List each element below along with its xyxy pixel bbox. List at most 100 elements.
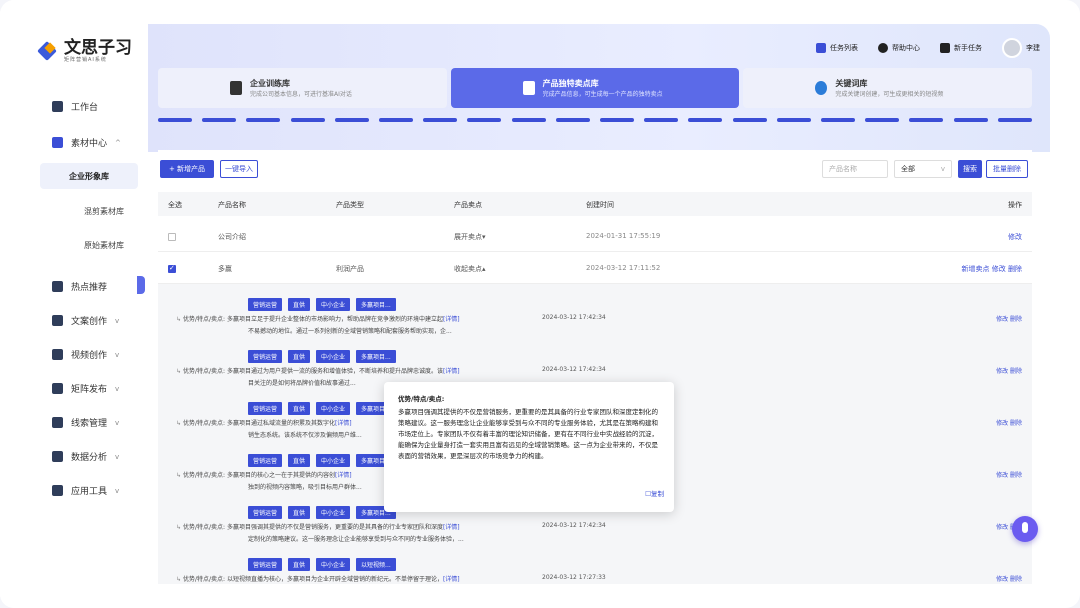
table-header: 全选 产品名称 产品类型 产品卖点 创建时间 操作 (158, 192, 1032, 216)
col-ops: 操作 (1008, 201, 1022, 209)
popover-text: 多赢项目强调其提供的不仅是营销服务，更重要的是其具备的行业专家团队和深度定制化的… (398, 408, 658, 460)
dashboard-icon (52, 101, 63, 112)
reply-arrow-icon: ↳ (176, 576, 183, 583)
detail-link[interactable]: [详情] (335, 420, 352, 427)
selling-point-item: 营销运营 直供 中小企业 多赢项目... ↳ 优势/特点/卖点: 多赢项目立足于提升企业… (158, 298, 1032, 350)
tag: 中小企业 (316, 298, 351, 311)
selling-point-popover: 优势/特点/卖点: 多赢项目强调其提供的不仅是营销服务，更重要的是其具备的行业专… (384, 382, 674, 512)
bulb-icon (52, 315, 63, 326)
reply-arrow-icon: ↳ (176, 316, 183, 323)
selling-point-prefix: 优势/特点/卖点: (182, 576, 226, 583)
tag: 中小企业 (316, 506, 351, 519)
product-name-input[interactable]: 产品名称 (822, 160, 888, 178)
question-icon (878, 43, 888, 53)
help-center-button[interactable]: 帮助中心 (878, 43, 920, 53)
selling-point-text-cont: 销生态系统。该系统不仅涉及偏频用户维... (248, 432, 362, 439)
chevron-down-icon: v (115, 350, 120, 359)
tag: 直供 (288, 506, 311, 519)
sidebar-subitem-brand-library[interactable]: 企业形象库 (40, 163, 138, 189)
chevron-down-icon: v (115, 316, 120, 325)
tag: 中小企业 (316, 454, 351, 467)
selling-point-actions[interactable]: 修改 删除 (996, 470, 1022, 479)
task-list-button[interactable]: 任务列表 (816, 43, 858, 53)
toolbox-icon (52, 485, 63, 496)
sidebar-item-hot[interactable]: 热点推荐 (52, 280, 107, 293)
tag-list: 营销运营 直供 中小企业 多赢项目... (248, 298, 396, 311)
keyword-icon (815, 81, 828, 95)
card-keywords[interactable]: 关键词库 完成关键词创建，可生成更相关的短视频 (743, 68, 1033, 108)
sidebar-subitem-raw-library[interactable]: 原始素材库 (84, 240, 124, 251)
chart-icon (52, 451, 63, 462)
chevron-down-icon: v (115, 486, 120, 495)
task-list-icon (816, 43, 826, 53)
row-checkbox[interactable] (168, 233, 176, 241)
collapse-points-link[interactable]: 收起卖点▴ (454, 264, 486, 274)
grid-icon (52, 383, 63, 394)
newbie-task-button[interactable]: 新手任务 (940, 43, 982, 53)
product-name: 多赢 (218, 265, 232, 273)
tag-list: 营销运营 直供 中小企业 多赢项目... (248, 454, 396, 467)
col-time: 创建时间 (586, 201, 614, 209)
batch-delete-button[interactable]: 批量删除 (986, 160, 1028, 178)
detail-link[interactable]: [详情] (443, 316, 460, 323)
sidebar-item-workbench[interactable]: 工作台 (52, 100, 98, 113)
sidebar-item-materials[interactable]: 素材中心 ^ (52, 136, 121, 149)
user-menu[interactable]: 李建 (1002, 38, 1040, 58)
sidebar: 文思子习 矩阵营销AI系统 工作台 素材中心 ^ 企业形象库 混剪素材库 原始素材… (0, 0, 148, 608)
tag: 营销运营 (248, 558, 283, 571)
video-icon (52, 349, 63, 360)
selling-point-text: 以短视频直播为核心，多赢项目为企业开辟全域营销的新纪元。不单停留于理论， (226, 576, 443, 583)
voice-assistant-button[interactable] (1012, 516, 1038, 542)
chevron-down-icon: v (115, 384, 120, 393)
selling-point-time: 2024-03-12 17:42:34 (542, 522, 606, 529)
selling-point-time: 2024-03-12 17:42:34 (542, 366, 606, 373)
detail-link[interactable]: [详情] (443, 576, 460, 583)
sidebar-subitem-mix-library[interactable]: 混剪素材库 (84, 206, 124, 217)
sidebar-item-publish[interactable]: 矩阵发布 v (52, 382, 119, 395)
import-button[interactable]: 一键导入 (220, 160, 258, 178)
expand-points-link[interactable]: 展开卖点▾ (454, 232, 486, 242)
selling-point-actions[interactable]: 修改 删除 (996, 366, 1022, 375)
detail-link[interactable]: [详情] (443, 368, 460, 375)
sidebar-item-analytics[interactable]: 数据分析 v (52, 450, 119, 463)
selling-point-actions[interactable]: 修改 删除 (996, 314, 1022, 323)
selling-point-text: 多赢项目的核心之一在于其提供的内容创 (226, 472, 335, 479)
reply-arrow-icon: ↳ (176, 368, 183, 375)
sidebar-item-leads[interactable]: 线索管理 v (52, 416, 119, 429)
popover-title: 优势/特点/卖点: (398, 395, 445, 403)
card-product-selling-points[interactable]: 产品独特卖点库 完成产品信息，可生成每一个产品的独特卖点 (450, 68, 740, 108)
row-actions[interactable]: 修改 (1008, 232, 1022, 242)
sidebar-collapse-handle[interactable] (137, 276, 145, 294)
selling-point-line: ↳ 优势/特点/卖点: 多赢项目的核心之一在于其提供的内容创[详情] (176, 470, 352, 479)
reply-arrow-icon: ↳ (176, 420, 183, 427)
search-button[interactable]: 搜索 (958, 160, 982, 178)
tag-list: 营销运营 直供 中小企业 多赢项目... (248, 402, 396, 415)
selling-point-text: 多赢项目强调其提供的不仅是营销服务，更重要的是其具备的行业专家团队和深度 (226, 524, 443, 531)
sidebar-item-tools[interactable]: 应用工具 v (52, 484, 119, 497)
sidebar-item-copywriting[interactable]: 文案创作 v (52, 314, 119, 327)
selling-point-line: ↳ 优势/特点/卖点: 多赢项目通过为用户提供一流的服务和增值体验，不断培养和提… (176, 366, 460, 375)
selling-point-text-cont: 目关注的是如何将品牌价值和故事通过... (248, 380, 356, 387)
building-icon (52, 417, 63, 428)
selling-point-actions[interactable]: 修改 删除 (996, 574, 1022, 583)
reply-arrow-icon: ↳ (176, 472, 183, 479)
row-actions[interactable]: 新增卖点 修改 删除 (962, 264, 1022, 274)
product-name: 公司介绍 (218, 233, 246, 241)
fire-icon (52, 281, 63, 292)
tag: 营销运营 (248, 402, 283, 415)
copy-button[interactable]: ☐复制 (645, 489, 664, 500)
selling-point-text: 多赢项目立足于提升企业整体的市场影响力，帮助品牌在竞争激烈的环境中建立起 (226, 316, 443, 323)
selling-point-line: ↳ 优势/特点/卖点: 多赢项目立足于提升企业整体的市场影响力，帮助品牌在竞争激… (176, 314, 460, 323)
select-all[interactable]: 全选 (168, 200, 182, 210)
card-enterprise-training[interactable]: 企业训练库 完成公司基本信息，可进行基准AI对话 (158, 68, 447, 108)
add-product-button[interactable]: + 新增产品 (160, 160, 214, 178)
selling-point-actions[interactable]: 修改 删除 (996, 418, 1022, 427)
detail-link[interactable]: [详情] (443, 524, 460, 531)
type-select[interactable]: 全部 v (894, 160, 952, 178)
detail-link[interactable]: [详情] (335, 472, 352, 479)
row-checkbox[interactable] (168, 264, 176, 273)
selling-point-prefix: 优势/特点/卖点: (182, 368, 226, 375)
avatar (1002, 38, 1022, 58)
sidebar-item-video[interactable]: 视频创作 v (52, 348, 119, 361)
selling-point-prefix: 优势/特点/卖点: (182, 524, 226, 531)
